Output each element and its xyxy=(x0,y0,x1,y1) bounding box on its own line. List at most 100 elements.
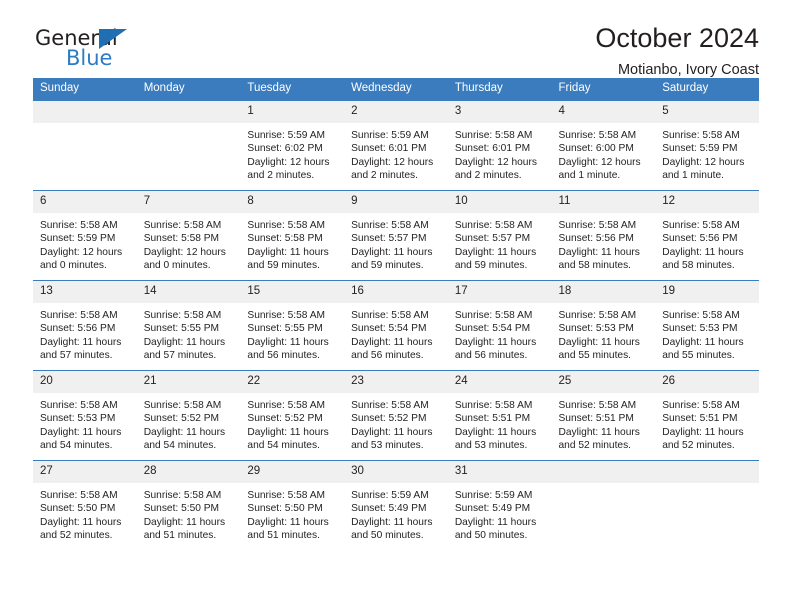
day-detail-line: Sunrise: 5:58 AM xyxy=(143,490,222,501)
calendar-day-cell[interactable]: 28 Sunrise: 5:58 AM Sunset: 5:50 PM Dayligh… xyxy=(136,460,241,550)
day-detail-line: and 50 minutes. xyxy=(351,529,424,541)
day-sun-details: Sunrise: 5:58 AM Sunset: 5:56 PM Daylight:… xyxy=(33,303,137,362)
day-detail-line: Daylight: 11 hours xyxy=(351,336,433,348)
calendar-day-cell[interactable]: 3 Sunrise: 5:58 AM Sunset: 6:01 PM Daylight… xyxy=(447,100,552,191)
calendar-day-cell[interactable]: 13 Sunrise: 5:58 AM Sunset: 5:56 PM Dayligh… xyxy=(33,280,137,371)
day-detail-line: Sunset: 5:50 PM xyxy=(247,503,323,515)
calendar-day-cell[interactable]: 26 Sunrise: 5:58 AM Sunset: 5:51 PM Dayligh… xyxy=(655,370,759,461)
calendar-day-cell[interactable]: 30 Sunrise: 5:59 AM Sunset: 5:49 PM Dayligh… xyxy=(344,460,448,550)
day-detail-line: Sunset: 5:55 PM xyxy=(143,323,220,335)
calendar-day-cell[interactable]: 23 Sunrise: 5:58 AM Sunset: 5:52 PM Dayligh… xyxy=(344,370,448,461)
calendar-week-row: 6 Sunrise: 5:58 AM Sunset: 5:59 PM Daylight… xyxy=(33,190,759,281)
calendar-day-cell[interactable]: 12 Sunrise: 5:58 AM Sunset: 5:56 PM Dayligh… xyxy=(655,190,759,281)
calendar-day-cell[interactable]: 1 Sunrise: 5:59 AM Sunset: 6:02 PM Daylight… xyxy=(240,100,345,191)
day-sun-details: Sunrise: 5:58 AM Sunset: 5:50 PM Daylight:… xyxy=(240,483,344,542)
day-number: 30 xyxy=(344,461,448,483)
day-detail-line: and 59 minutes. xyxy=(351,259,424,271)
day-sun-details: Sunrise: 5:58 AM Sunset: 5:53 PM Daylight:… xyxy=(33,393,137,452)
calendar-header-row: Sunday Monday Tuesday Wednesday Thursday Frid… xyxy=(33,78,759,101)
day-detail-line: Sunset: 5:56 PM xyxy=(662,233,738,245)
calendar-day-cell[interactable]: 17 Sunrise: 5:58 AM Sunset: 5:54 PM Dayligh… xyxy=(447,280,552,371)
calendar-day-cell[interactable]: 18 Sunrise: 5:58 AM Sunset: 5:53 PM Dayligh… xyxy=(551,280,656,371)
day-number: 10 xyxy=(447,191,552,213)
day-detail-line: and 59 minutes. xyxy=(454,259,528,271)
calendar-day-cell[interactable]: 20 Sunrise: 5:58 AM Sunset: 5:53 PM Dayligh… xyxy=(33,370,137,461)
day-detail-line: Sunrise: 5:58 AM xyxy=(558,400,637,411)
day-number xyxy=(136,101,241,123)
calendar-day-cell[interactable]: 10 Sunrise: 5:58 AM Sunset: 5:57 PM Dayligh… xyxy=(447,190,552,281)
day-sun-details: Sunrise: 5:58 AM Sunset: 5:58 PM Daylight:… xyxy=(137,213,241,272)
calendar-cell-empty xyxy=(655,460,759,550)
day-detail-line: Daylight: 12 hours xyxy=(40,246,123,258)
day-detail-line: Sunset: 5:59 PM xyxy=(40,233,116,245)
day-number: 2 xyxy=(344,101,448,123)
day-detail-line: Daylight: 11 hours xyxy=(662,426,744,438)
day-sun-details: Sunrise: 5:58 AM Sunset: 5:55 PM Daylight:… xyxy=(240,303,344,362)
day-number: 14 xyxy=(136,281,241,303)
day-detail-line: Daylight: 11 hours xyxy=(143,426,226,438)
day-detail-line: Sunrise: 5:58 AM xyxy=(351,310,429,321)
calendar-day-cell[interactable]: 21 Sunrise: 5:58 AM Sunset: 5:52 PM Dayligh… xyxy=(136,370,241,461)
calendar-day-cell[interactable]: 5 Sunrise: 5:58 AM Sunset: 5:59 PM Daylight… xyxy=(655,100,759,191)
day-sun-details: Sunrise: 5:58 AM Sunset: 5:56 PM Daylight:… xyxy=(552,213,656,272)
day-detail-line: Daylight: 12 hours xyxy=(351,156,434,168)
day-number: 26 xyxy=(655,371,759,393)
calendar-day-cell[interactable]: 22 Sunrise: 5:58 AM Sunset: 5:52 PM Dayligh… xyxy=(240,370,345,461)
day-detail-line: Sunrise: 5:59 AM xyxy=(247,130,325,141)
calendar-day-cell[interactable]: 16 Sunrise: 5:58 AM Sunset: 5:54 PM Dayligh… xyxy=(344,280,448,371)
weekday-header-wednesday: Wednesday xyxy=(344,78,448,101)
day-detail-line: Sunrise: 5:59 AM xyxy=(351,130,429,141)
day-detail-line: Sunset: 5:58 PM xyxy=(247,233,323,245)
day-detail-line: Sunrise: 5:58 AM xyxy=(40,220,118,231)
calendar-day-cell[interactable]: 14 Sunrise: 5:58 AM Sunset: 5:55 PM Dayligh… xyxy=(136,280,241,371)
day-detail-line: Sunset: 6:01 PM xyxy=(351,143,427,155)
day-detail-line: Daylight: 11 hours xyxy=(143,336,226,348)
day-detail-line: and 53 minutes. xyxy=(454,439,528,451)
day-detail-line: Daylight: 11 hours xyxy=(247,516,329,528)
day-detail-line: Daylight: 11 hours xyxy=(247,336,329,348)
day-detail-line: Sunset: 5:54 PM xyxy=(351,323,427,335)
day-detail-line: and 57 minutes. xyxy=(143,349,217,361)
day-detail-line: Daylight: 12 hours xyxy=(454,156,537,168)
calendar-day-cell[interactable]: 19 Sunrise: 5:58 AM Sunset: 5:53 PM Dayligh… xyxy=(655,280,759,371)
day-detail-line: Sunset: 5:57 PM xyxy=(454,233,531,245)
day-number xyxy=(33,101,137,123)
calendar-day-cell[interactable]: 4 Sunrise: 5:58 AM Sunset: 6:00 PM Daylight… xyxy=(551,100,656,191)
day-detail-line: Sunrise: 5:58 AM xyxy=(454,310,533,321)
day-detail-line: Sunset: 6:00 PM xyxy=(558,143,634,155)
calendar-day-cell[interactable]: 2 Sunrise: 5:59 AM Sunset: 6:01 PM Daylight… xyxy=(344,100,448,191)
calendar-day-cell[interactable]: 31 Sunrise: 5:59 AM Sunset: 5:49 PM Dayligh… xyxy=(447,460,552,550)
calendar-day-cell[interactable]: 9 Sunrise: 5:58 AM Sunset: 5:57 PM Daylight… xyxy=(344,190,448,281)
day-sun-details: Sunrise: 5:58 AM Sunset: 5:52 PM Daylight:… xyxy=(344,393,448,452)
day-detail-line: Sunrise: 5:58 AM xyxy=(247,490,325,501)
day-detail-line: Sunrise: 5:59 AM xyxy=(351,490,429,501)
day-number: 20 xyxy=(33,371,137,393)
day-sun-details: Sunrise: 5:58 AM Sunset: 5:58 PM Daylight:… xyxy=(240,213,344,272)
day-detail-line: and 2 minutes. xyxy=(247,169,315,181)
day-detail-line: and 51 minutes. xyxy=(143,529,217,541)
day-sun-details: Sunrise: 5:58 AM Sunset: 6:01 PM Daylight:… xyxy=(448,123,552,182)
calendar-day-cell[interactable]: 24 Sunrise: 5:58 AM Sunset: 5:51 PM Dayligh… xyxy=(447,370,552,461)
day-number: 22 xyxy=(240,371,345,393)
calendar-day-cell[interactable]: 25 Sunrise: 5:58 AM Sunset: 5:51 PM Dayligh… xyxy=(551,370,656,461)
calendar-day-cell[interactable]: 27 Sunrise: 5:58 AM Sunset: 5:50 PM Dayligh… xyxy=(33,460,137,550)
day-detail-line: Sunrise: 5:58 AM xyxy=(351,220,429,231)
day-number: 18 xyxy=(551,281,656,303)
day-detail-line: Daylight: 11 hours xyxy=(40,426,122,438)
page-masthead: General Blue October 2024 Motianbo, Ivor… xyxy=(33,0,759,78)
day-detail-line: Sunrise: 5:58 AM xyxy=(454,220,533,231)
calendar-day-cell[interactable]: 15 Sunrise: 5:58 AM Sunset: 5:55 PM Dayligh… xyxy=(240,280,345,371)
calendar-day-cell[interactable]: 7 Sunrise: 5:58 AM Sunset: 5:58 PM Daylight… xyxy=(136,190,241,281)
day-detail-line: and 52 minutes. xyxy=(662,439,735,451)
day-number: 25 xyxy=(551,371,656,393)
logo-text-blue: Blue xyxy=(66,46,113,70)
calendar-day-cell[interactable]: 8 Sunrise: 5:58 AM Sunset: 5:58 PM Daylight… xyxy=(240,190,345,281)
calendar-day-cell[interactable]: 29 Sunrise: 5:58 AM Sunset: 5:50 PM Dayligh… xyxy=(240,460,345,550)
day-detail-line: Sunrise: 5:58 AM xyxy=(143,400,222,411)
day-detail-line: and 54 minutes. xyxy=(143,439,217,451)
weekday-header-thursday: Thursday xyxy=(447,78,552,101)
calendar-day-cell[interactable]: 11 Sunrise: 5:58 AM Sunset: 5:56 PM Dayligh… xyxy=(551,190,656,281)
calendar-day-cell[interactable]: 6 Sunrise: 5:58 AM Sunset: 5:59 PM Daylight… xyxy=(33,190,137,281)
day-detail-line: Daylight: 11 hours xyxy=(558,246,640,258)
day-sun-details: Sunrise: 5:58 AM Sunset: 5:50 PM Daylight:… xyxy=(33,483,137,542)
